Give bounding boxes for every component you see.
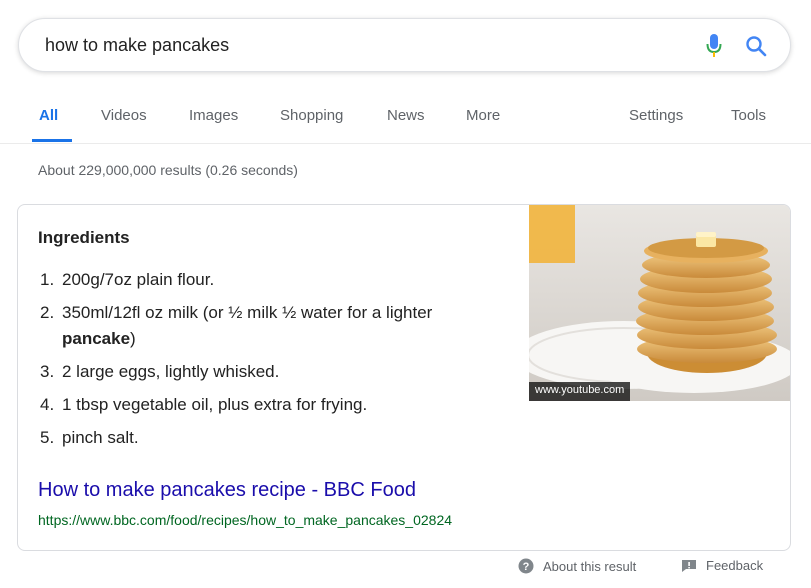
snippet-heading: Ingredients [38,228,130,247]
bold-keyword: pancake [62,329,131,348]
feedback-icon [682,559,696,572]
ingredient-list: 1. 200g/7oz plain flour. 2. 350ml/12fl o… [40,267,510,458]
svg-text:?: ? [523,561,530,573]
about-this-result-label: About this result [543,558,637,574]
featured-snippet: Ingredients 1. 200g/7oz plain flour. 2. … [17,204,791,551]
feedback-link[interactable]: Feedback [681,558,763,573]
search-input[interactable]: how to make pancakes [45,35,229,56]
list-item: 5. pinch salt. [40,428,139,447]
list-item: 4. 1 tbsp vegetable oil, plus extra for … [40,395,368,414]
about-this-result[interactable]: ? About this result [518,558,636,574]
tab-more[interactable]: More [466,107,500,124]
tab-news[interactable]: News [387,107,425,124]
result-url: https://www.bbc.com/food/recipes/how_to_… [38,512,453,528]
tab-settings[interactable]: Settings [629,107,683,124]
list-item: 3. 2 large eggs, lightly whisked. [40,362,280,381]
result-title-link[interactable]: How to make pancakes recipe - BBC Food [38,479,416,502]
search-box[interactable]: how to make pancakes [18,18,791,72]
search-tabs: All Videos Images Shopping News More Set… [0,100,811,144]
tab-videos[interactable]: Videos [101,107,147,124]
list-item: 1. 200g/7oz plain flour. [40,270,215,289]
snippet-image[interactable]: www.youtube.com [529,205,790,401]
result-stats: About 229,000,000 results (0.26 seconds) [38,162,298,178]
pancake-stack-image [529,205,790,401]
list-item: 2. 350ml/12fl oz milk (or ½ milk ½ water… [40,303,433,348]
tab-tools[interactable]: Tools [731,107,766,124]
search-icon[interactable] [744,34,768,58]
help-icon: ? [518,558,534,574]
image-source-caption: www.youtube.com [529,382,631,401]
tab-images[interactable]: Images [189,107,238,124]
active-tab-indicator [32,139,72,142]
feedback-label: Feedback [706,558,764,573]
microphone-icon[interactable] [706,33,722,59]
tab-all[interactable]: All [39,107,58,124]
tab-shopping[interactable]: Shopping [280,107,343,124]
